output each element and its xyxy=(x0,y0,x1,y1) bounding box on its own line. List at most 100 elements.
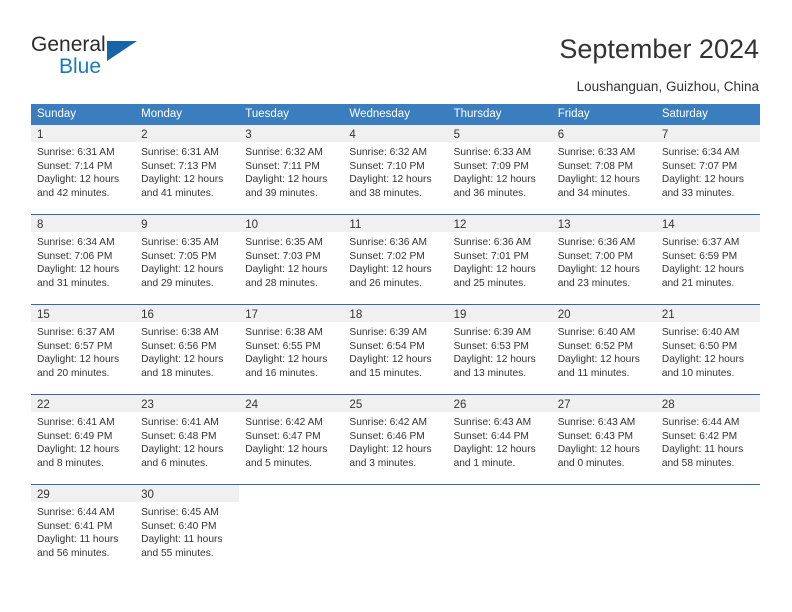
sunrise-text: Sunrise: 6:44 AM xyxy=(661,417,740,428)
day-number-band: 10 xyxy=(239,215,344,232)
sunrise-text: Sunrise: 6:36 AM xyxy=(453,237,532,248)
daylight-text-line1: Daylight: 12 hours xyxy=(245,354,328,366)
day-details: Sunrise: 6:37 AM Sunset: 6:57 PM Dayligh… xyxy=(31,322,135,380)
daylight-text-line2: and 6 minutes. xyxy=(141,457,208,469)
day-number-band: 28 xyxy=(655,395,760,412)
day-details: Sunrise: 6:43 AM Sunset: 6:43 PM Dayligh… xyxy=(552,412,656,470)
calendar-day-cell[interactable]: 26 Sunrise: 6:43 AM Sunset: 6:44 PM Dayl… xyxy=(447,395,552,484)
calendar-week-row: 1 Sunrise: 6:31 AM Sunset: 7:14 PM Dayli… xyxy=(31,125,760,214)
page-header: General Blue September 2024 Loushanguan,… xyxy=(0,0,792,100)
calendar-day-cell[interactable]: 6 Sunrise: 6:33 AM Sunset: 7:08 PM Dayli… xyxy=(551,125,656,214)
calendar-day-cell[interactable]: 11 Sunrise: 6:36 AM Sunset: 7:02 PM Dayl… xyxy=(343,215,448,304)
daylight-text-line1: Daylight: 12 hours xyxy=(453,354,536,366)
daylight-text-line2: and 21 minutes. xyxy=(661,277,735,289)
sunrise-text: Sunrise: 6:33 AM xyxy=(453,147,532,158)
daylight-text-line1: Daylight: 12 hours xyxy=(37,354,120,366)
sunset-text: Sunset: 7:14 PM xyxy=(37,160,113,172)
calendar-day-cell[interactable]: 10 Sunrise: 6:35 AM Sunset: 7:03 PM Dayl… xyxy=(239,215,344,304)
calendar-day-cell[interactable]: 28 Sunrise: 6:44 AM Sunset: 6:42 PM Dayl… xyxy=(655,395,760,484)
calendar-day-cell[interactable]: 23 Sunrise: 6:41 AM Sunset: 6:48 PM Dayl… xyxy=(135,395,240,484)
calendar-day-cell[interactable]: 5 Sunrise: 6:33 AM Sunset: 7:09 PM Dayli… xyxy=(447,125,552,214)
daylight-text-line2: and 58 minutes. xyxy=(661,457,735,469)
day-details: Sunrise: 6:35 AM Sunset: 7:05 PM Dayligh… xyxy=(135,232,239,290)
sunrise-text: Sunrise: 6:35 AM xyxy=(141,237,219,248)
calendar-day-cell[interactable]: 22 Sunrise: 6:41 AM Sunset: 6:49 PM Dayl… xyxy=(31,395,136,484)
brand-logo[interactable]: General Blue xyxy=(31,33,231,81)
day-number: 7 xyxy=(661,129,669,141)
day-number-band: 7 xyxy=(655,125,760,142)
calendar-day-cell[interactable]: 24 Sunrise: 6:42 AM Sunset: 6:47 PM Dayl… xyxy=(239,395,344,484)
day-number xyxy=(239,489,245,501)
sunset-text: Sunset: 7:01 PM xyxy=(453,250,529,262)
calendar-day-cell[interactable]: 20 Sunrise: 6:40 AM Sunset: 6:52 PM Dayl… xyxy=(551,305,656,394)
calendar-day-cell[interactable]: 2 Sunrise: 6:31 AM Sunset: 7:13 PM Dayli… xyxy=(135,125,240,214)
calendar-day-cell[interactable]: 27 Sunrise: 6:43 AM Sunset: 6:43 PM Dayl… xyxy=(551,395,656,484)
day-number: 4 xyxy=(349,129,356,141)
day-number-band: 14 xyxy=(655,215,760,232)
daylight-text-line1: Daylight: 12 hours xyxy=(245,444,328,456)
calendar-day-cell[interactable]: 7 Sunrise: 6:34 AM Sunset: 7:07 PM Dayli… xyxy=(655,125,760,214)
sunrise-text: Sunrise: 6:35 AM xyxy=(245,237,323,248)
calendar-day-cell[interactable]: 18 Sunrise: 6:39 AM Sunset: 6:54 PM Dayl… xyxy=(343,305,448,394)
daylight-text-line1: Daylight: 12 hours xyxy=(557,354,640,366)
calendar-day-cell[interactable]: 30 Sunrise: 6:45 AM Sunset: 6:40 PM Dayl… xyxy=(135,485,240,574)
day-number-band: 21 xyxy=(655,305,760,322)
day-number: 28 xyxy=(661,399,675,411)
daylight-text-line2: and 38 minutes. xyxy=(349,187,422,199)
daylight-text-line2: and 26 minutes. xyxy=(349,277,422,289)
calendar-day-cell[interactable]: 14 Sunrise: 6:37 AM Sunset: 6:59 PM Dayl… xyxy=(655,215,760,304)
day-details: Sunrise: 6:36 AM Sunset: 7:02 PM Dayligh… xyxy=(343,232,447,290)
day-number: 25 xyxy=(349,399,363,411)
sunrise-text: Sunrise: 6:42 AM xyxy=(349,417,428,428)
calendar-day-cell[interactable]: 15 Sunrise: 6:37 AM Sunset: 6:57 PM Dayl… xyxy=(31,305,136,394)
day-number-band: 4 xyxy=(343,125,448,142)
calendar-day-cell[interactable]: 13 Sunrise: 6:36 AM Sunset: 7:00 PM Dayl… xyxy=(551,215,656,304)
calendar-day-cell[interactable]: 1 Sunrise: 6:31 AM Sunset: 7:14 PM Dayli… xyxy=(31,125,136,214)
day-details: Sunrise: 6:44 AM Sunset: 6:42 PM Dayligh… xyxy=(656,412,760,470)
calendar-grid: Sunday Monday Tuesday Wednesday Thursday… xyxy=(31,104,760,574)
calendar-day-cell[interactable]: 17 Sunrise: 6:38 AM Sunset: 6:55 PM Dayl… xyxy=(239,305,344,394)
day-number: 19 xyxy=(453,309,467,321)
day-number-band: 2 xyxy=(135,125,240,142)
calendar-page: General Blue September 2024 Loushanguan,… xyxy=(0,0,792,612)
sunset-text: Sunset: 6:40 PM xyxy=(141,520,217,532)
sunrise-text: Sunrise: 6:34 AM xyxy=(661,147,740,158)
calendar-day-cell[interactable]: 16 Sunrise: 6:38 AM Sunset: 6:56 PM Dayl… xyxy=(135,305,240,394)
day-number-band: 6 xyxy=(551,125,656,142)
daylight-text-line1: Daylight: 12 hours xyxy=(37,444,120,456)
calendar-day-cell[interactable]: 4 Sunrise: 6:32 AM Sunset: 7:10 PM Dayli… xyxy=(343,125,448,214)
weekday-header-thursday: Thursday xyxy=(453,108,502,120)
sunset-text: Sunset: 7:06 PM xyxy=(37,250,113,262)
sunrise-text: Sunrise: 6:37 AM xyxy=(37,327,115,338)
daylight-text-line2: and 18 minutes. xyxy=(141,367,214,379)
day-number: 2 xyxy=(141,129,148,141)
sunrise-text: Sunrise: 6:41 AM xyxy=(37,417,115,428)
day-details: Sunrise: 6:40 AM Sunset: 6:50 PM Dayligh… xyxy=(656,322,760,380)
daylight-text-line1: Daylight: 12 hours xyxy=(37,174,120,186)
day-number-band: 1 xyxy=(31,125,136,142)
daylight-text-line2: and 0 minutes. xyxy=(557,457,625,469)
day-details: Sunrise: 6:42 AM Sunset: 6:46 PM Dayligh… xyxy=(343,412,447,470)
calendar-day-cell[interactable]: 21 Sunrise: 6:40 AM Sunset: 6:50 PM Dayl… xyxy=(655,305,760,394)
calendar-day-cell[interactable]: 3 Sunrise: 6:32 AM Sunset: 7:11 PM Dayli… xyxy=(239,125,344,214)
day-number-band: 23 xyxy=(135,395,240,412)
calendar-day-cell[interactable]: 25 Sunrise: 6:42 AM Sunset: 6:46 PM Dayl… xyxy=(343,395,448,484)
day-number-band: 11 xyxy=(343,215,448,232)
daylight-text-line1: Daylight: 11 hours xyxy=(37,534,119,546)
sunset-text: Sunset: 7:03 PM xyxy=(245,250,321,262)
weekday-header-wednesday: Wednesday xyxy=(349,108,410,120)
day-details: Sunrise: 6:39 AM Sunset: 6:53 PM Dayligh… xyxy=(448,322,552,380)
calendar-day-cell[interactable]: 9 Sunrise: 6:35 AM Sunset: 7:05 PM Dayli… xyxy=(135,215,240,304)
day-number-band: 22 xyxy=(31,395,136,412)
sunrise-text: Sunrise: 6:34 AM xyxy=(37,237,115,248)
day-number-band: 9 xyxy=(135,215,240,232)
calendar-day-cell[interactable]: 8 Sunrise: 6:34 AM Sunset: 7:06 PM Dayli… xyxy=(31,215,136,304)
calendar-day-cell[interactable]: 12 Sunrise: 6:36 AM Sunset: 7:01 PM Dayl… xyxy=(447,215,552,304)
calendar-day-cell[interactable]: 29 Sunrise: 6:44 AM Sunset: 6:41 PM Dayl… xyxy=(31,485,136,574)
day-details: Sunrise: 6:39 AM Sunset: 6:54 PM Dayligh… xyxy=(343,322,447,380)
calendar-day-cell[interactable]: 19 Sunrise: 6:39 AM Sunset: 6:53 PM Dayl… xyxy=(447,305,552,394)
sunrise-text: Sunrise: 6:39 AM xyxy=(349,327,428,338)
day-details: Sunrise: 6:41 AM Sunset: 6:49 PM Dayligh… xyxy=(31,412,135,470)
daylight-text-line2: and 41 minutes. xyxy=(141,187,214,199)
daylight-text-line1: Daylight: 12 hours xyxy=(349,354,432,366)
